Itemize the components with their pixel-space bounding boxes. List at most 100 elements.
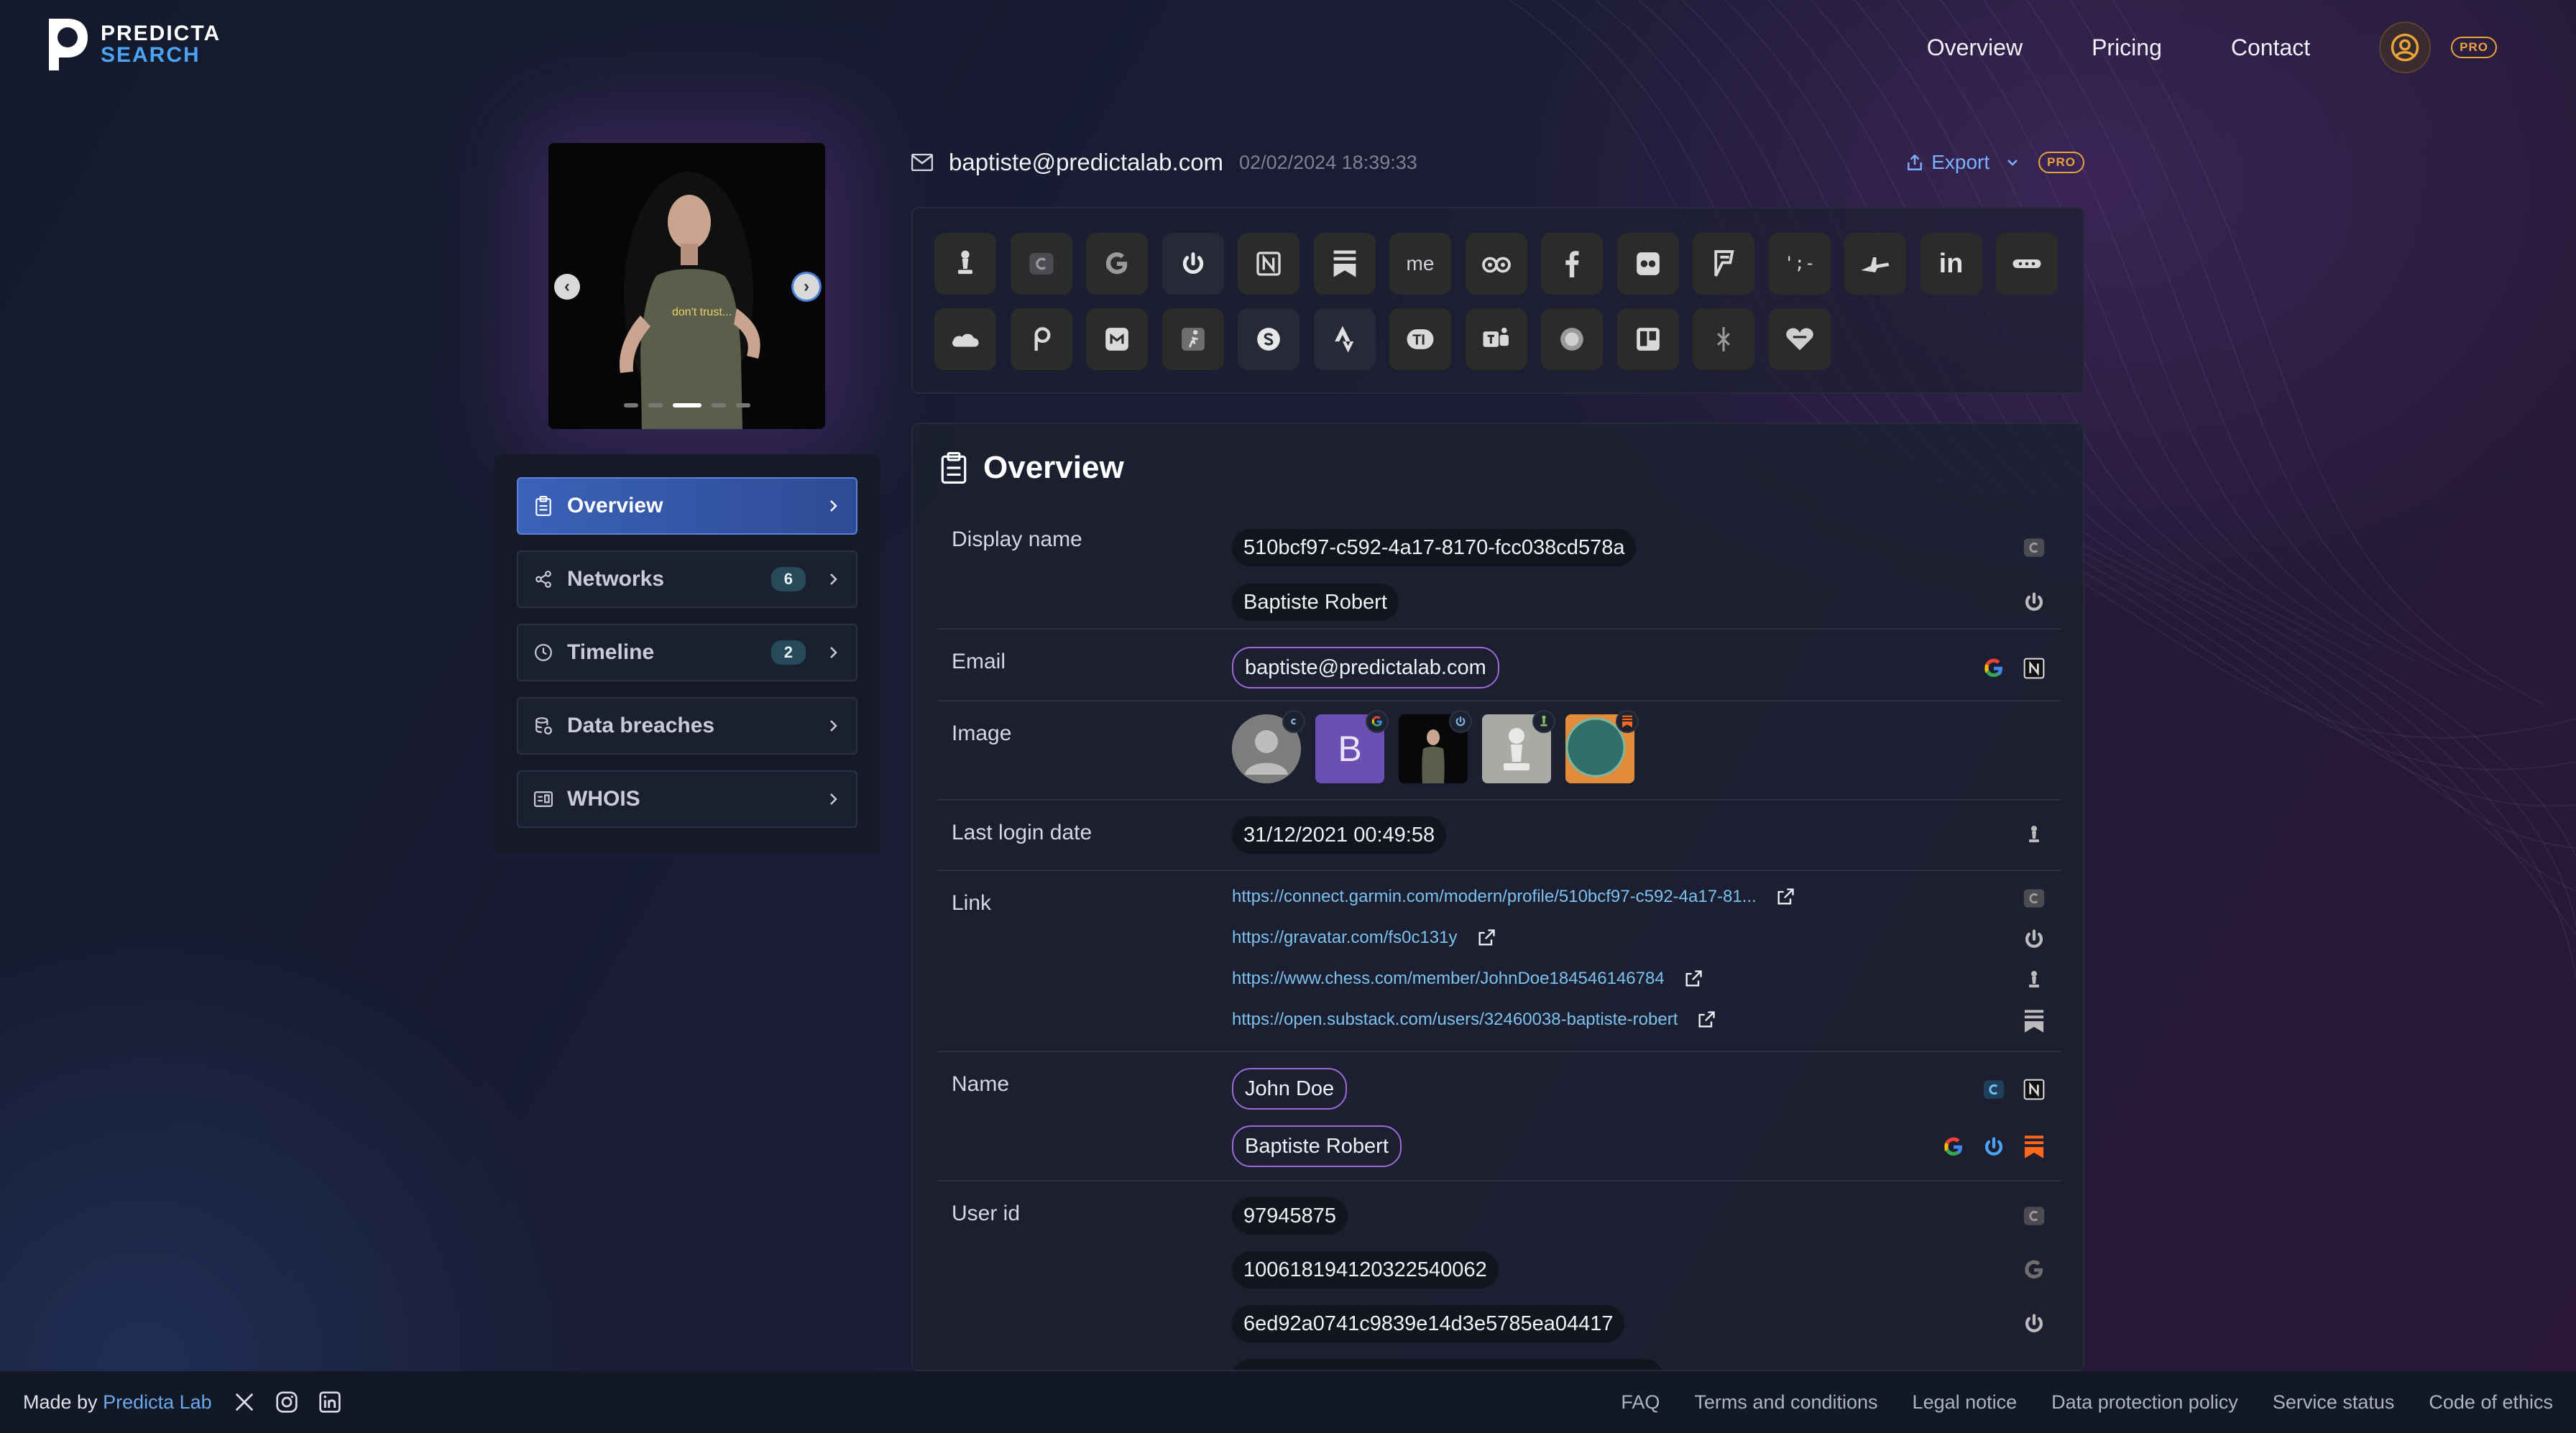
footer-link-legal[interactable]: Legal notice <box>1913 1391 2018 1414</box>
skype-icon[interactable] <box>1238 308 1300 370</box>
avatar[interactable] <box>1482 710 1555 783</box>
strava-icon[interactable] <box>1313 308 1376 370</box>
more-icon[interactable] <box>1996 233 2058 295</box>
mastodon-icon[interactable] <box>1086 308 1148 370</box>
typeform-icon[interactable]: TI <box>1389 308 1451 370</box>
cloud-icon[interactable] <box>934 308 996 370</box>
menu-item-networks[interactable]: Networks 6 <box>517 550 857 608</box>
value-chip[interactable]: Baptiste Robert <box>1232 584 1399 621</box>
link-text: https://open.substack.com/users/32460038… <box>1232 1010 1678 1029</box>
trello-icon[interactable] <box>1616 308 1679 370</box>
footer-link-terms[interactable]: Terms and conditions <box>1694 1391 1877 1414</box>
predicta-lab-link[interactable]: Predicta Lab <box>103 1391 212 1413</box>
foursquare-icon[interactable] <box>1693 233 1754 295</box>
gravatar-icon[interactable] <box>2021 1311 2047 1337</box>
tripadvisor-icon[interactable] <box>1465 233 1527 295</box>
profile-link[interactable]: https://gravatar.com/fs0c131y <box>1232 928 1496 948</box>
footer-link-service-status[interactable]: Service status <box>2273 1391 2395 1414</box>
notion-icon[interactable] <box>1238 233 1300 295</box>
circle-icon[interactable] <box>1541 308 1603 370</box>
brand-subname: SEARCH <box>101 43 201 67</box>
airliner-icon[interactable] <box>1844 233 1906 295</box>
picsart-icon[interactable] <box>1010 308 1072 370</box>
nav-pricing-link[interactable]: Pricing <box>2092 34 2162 61</box>
teams-icon[interactable] <box>1465 308 1527 370</box>
tinder-icon[interactable] <box>1693 308 1754 370</box>
carousel-dot[interactable] <box>648 403 663 407</box>
profile-link[interactable]: https://open.substack.com/users/32460038… <box>1232 1010 1716 1030</box>
substack-icon[interactable] <box>1313 233 1376 295</box>
google-icon[interactable] <box>2021 1257 2047 1283</box>
garmin-icon[interactable] <box>1010 233 1072 295</box>
avatar[interactable]: B <box>1315 710 1389 783</box>
runner-icon[interactable] <box>1162 308 1224 370</box>
value-chip[interactable]: John Doe <box>1232 1068 1348 1110</box>
chess-icon[interactable] <box>2021 967 2047 993</box>
profile-photo: don't trust... <box>548 143 825 429</box>
gravatar-icon[interactable] <box>1162 233 1224 295</box>
nav-overview-link[interactable]: Overview <box>1927 34 2023 61</box>
value-chip[interactable]: 31/12/2021 00:49:58 <box>1232 816 1447 854</box>
chess-icon[interactable] <box>2021 822 2047 848</box>
row-link: Link https://connect.garmin.com/modern/p… <box>937 871 2061 1052</box>
carousel-dot[interactable] <box>623 403 638 407</box>
facebook-icon[interactable] <box>1541 233 1603 295</box>
linkedin-icon[interactable] <box>318 1391 341 1414</box>
brand-logo[interactable]: PREDICTA SEARCH <box>45 16 221 73</box>
garmin-icon[interactable] <box>1981 1077 2007 1102</box>
value-chip-partial[interactable] <box>1232 1359 1663 1370</box>
value-chip[interactable]: 510bcf97-c592-4a17-8170-fcc038cd578a <box>1232 529 1637 566</box>
garmin-icon[interactable] <box>2021 535 2047 561</box>
instagram-icon[interactable] <box>275 1391 298 1414</box>
substack-icon[interactable] <box>2021 1134 2047 1160</box>
value-chip[interactable]: 6ed92a0741c9839e14d3e5785ea04417 <box>1232 1305 1625 1342</box>
menu-item-data-breaches[interactable]: Data breaches <box>517 697 857 755</box>
garmin-icon[interactable] <box>2021 885 2047 911</box>
footer-link-data-protection[interactable]: Data protection policy <box>2051 1391 2238 1414</box>
google-icon[interactable] <box>1981 655 2007 681</box>
value-chip[interactable]: 100618194120322540062 <box>1232 1251 1499 1289</box>
notion-icon[interactable] <box>2021 655 2047 681</box>
menu-item-timeline[interactable]: Timeline 2 <box>517 624 857 681</box>
notion-icon[interactable] <box>2021 1077 2047 1102</box>
profile-link[interactable]: https://www.chess.com/member/JohnDoe1845… <box>1232 969 1703 989</box>
google-icon[interactable] <box>1941 1134 1966 1160</box>
nav-contact-link[interactable]: Contact <box>2231 34 2310 61</box>
carousel-next-button[interactable]: › <box>794 274 819 300</box>
value-chip[interactable]: 97945875 <box>1232 1197 1348 1235</box>
carousel-dot-active[interactable] <box>672 403 702 407</box>
profile-link[interactable]: https://connect.garmin.com/modern/profil… <box>1232 887 1795 907</box>
flickr-icon[interactable] <box>1616 233 1679 295</box>
menu-item-overview[interactable]: Overview <box>517 477 857 535</box>
avatar[interactable] <box>1399 710 1472 783</box>
google-icon[interactable] <box>1086 233 1148 295</box>
carousel-dot[interactable] <box>735 403 750 407</box>
carousel-dot[interactable] <box>711 403 726 407</box>
network-icon-row: TI <box>934 308 2061 370</box>
avatar[interactable] <box>1565 710 1639 783</box>
user-account-button[interactable] <box>2379 22 2432 73</box>
link-text: https://gravatar.com/fs0c131y <box>1232 928 1458 947</box>
footer: Made by Predicta Lab FAQ Terms and condi… <box>0 1371 2576 1433</box>
codeproject-icon[interactable]: ';-- <box>1768 233 1831 295</box>
gravatar-icon[interactable] <box>2021 589 2047 615</box>
me-icon[interactable]: me <box>1389 233 1451 295</box>
linkedin-icon[interactable]: in <box>1920 233 1982 295</box>
export-dropdown[interactable]: Export PRO <box>1905 151 2084 174</box>
heart-icon[interactable] <box>1768 308 1831 370</box>
chevron-right-icon <box>830 500 837 512</box>
value-chip[interactable]: baptiste@predictalab.com <box>1232 647 1499 688</box>
menu-item-whois[interactable]: WHOIS <box>517 770 857 828</box>
x-twitter-icon[interactable] <box>234 1391 255 1413</box>
footer-link-faq[interactable]: FAQ <box>1621 1391 1660 1414</box>
chess-icon[interactable] <box>934 233 996 295</box>
profile-photo-carousel[interactable]: don't trust... ‹ › <box>548 143 825 429</box>
garmin-icon[interactable] <box>2021 1203 2047 1229</box>
gravatar-icon[interactable] <box>1981 1134 2007 1160</box>
value-chip[interactable]: Baptiste Robert <box>1232 1125 1402 1167</box>
carousel-prev-button[interactable]: ‹ <box>554 274 580 300</box>
footer-link-code-of-ethics[interactable]: Code of ethics <box>2429 1391 2553 1414</box>
avatar[interactable] <box>1232 710 1305 783</box>
gravatar-icon[interactable] <box>2021 926 2047 952</box>
substack-icon[interactable] <box>2021 1008 2047 1034</box>
